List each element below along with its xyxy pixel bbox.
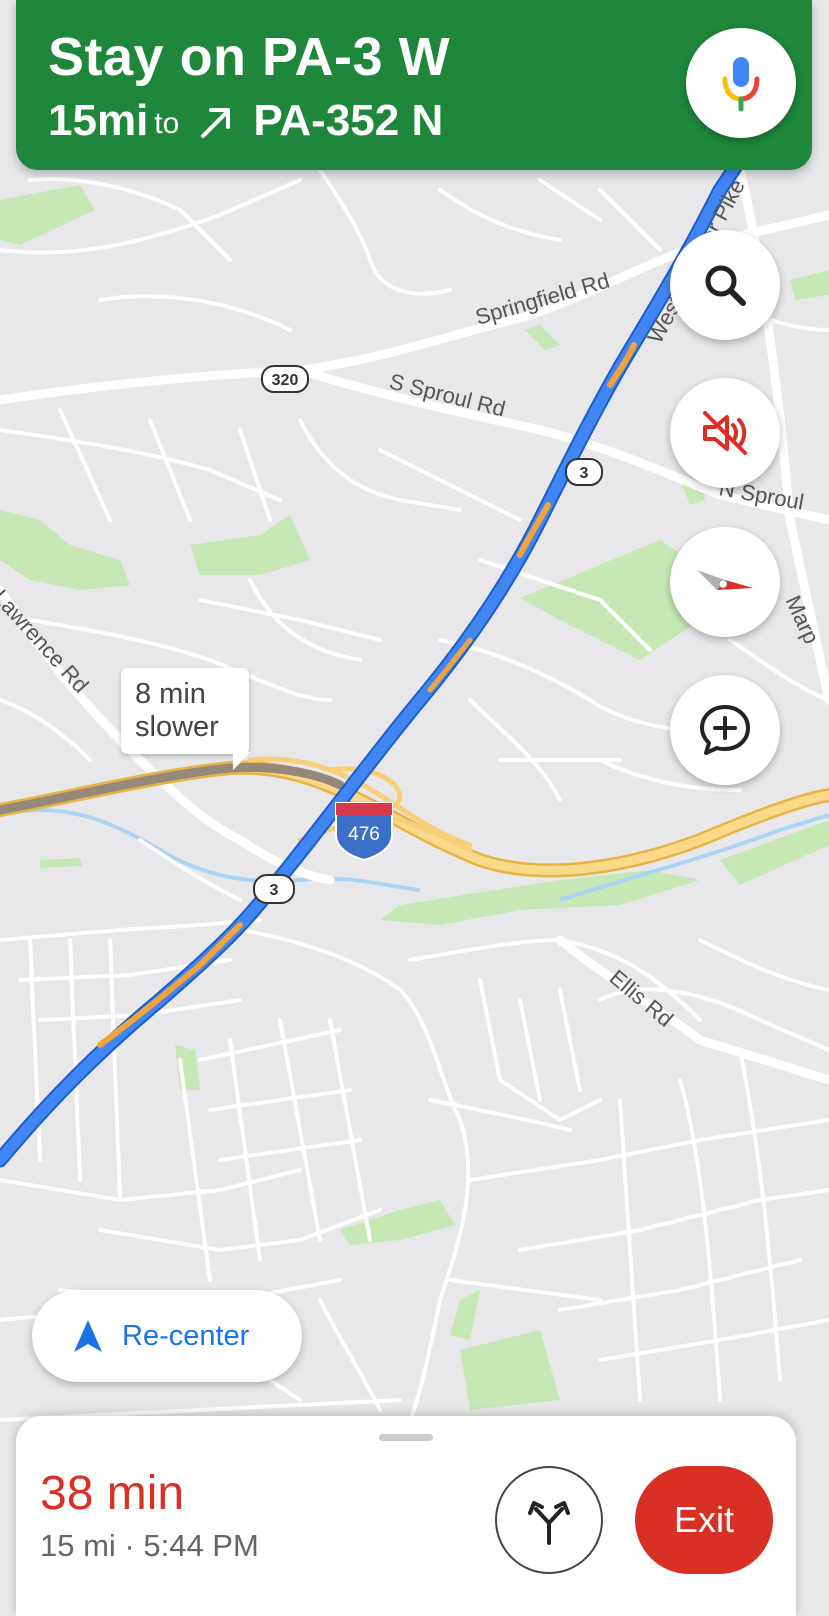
interstate-476-shield: 476 bbox=[335, 802, 393, 862]
recenter-label: Re-center bbox=[122, 1319, 250, 1352]
mute-button[interactable] bbox=[670, 378, 780, 488]
route-3-shield-upper: 3 bbox=[565, 458, 603, 486]
turn-slight-right-icon bbox=[201, 108, 231, 138]
alternate-routes-button[interactable] bbox=[495, 1466, 603, 1574]
route-3-shield-lower: 3 bbox=[253, 874, 295, 904]
delay-label: slower bbox=[135, 711, 219, 743]
next-step-distance: 15mi bbox=[48, 96, 149, 145]
next-step-road: PA-352 N bbox=[253, 96, 444, 145]
exit-navigation-button[interactable]: Exit bbox=[635, 1466, 773, 1574]
sound-off-icon bbox=[703, 411, 747, 455]
voice-search-button[interactable] bbox=[686, 28, 796, 138]
sheet-drag-handle[interactable] bbox=[379, 1434, 433, 1441]
add-report-icon bbox=[700, 705, 750, 755]
next-step: 15mi to PA-352 N bbox=[48, 96, 443, 146]
search-icon bbox=[705, 265, 746, 306]
compass-button[interactable] bbox=[670, 527, 780, 637]
svg-text:320: 320 bbox=[272, 372, 299, 389]
add-report-button[interactable] bbox=[670, 675, 780, 785]
svg-text:3: 3 bbox=[580, 465, 589, 482]
traffic-delay-callout[interactable]: 8 min slower bbox=[121, 668, 251, 770]
navigation-instruction-banner[interactable]: Stay on PA-3 W 15mi to PA-352 N bbox=[16, 0, 812, 170]
svg-text:3: 3 bbox=[270, 882, 279, 899]
eta-details: 15 mi · 5:44 PM bbox=[40, 1528, 259, 1563]
microphone-icon bbox=[722, 57, 760, 112]
current-instruction: Stay on PA-3 W bbox=[48, 27, 451, 87]
search-button[interactable] bbox=[670, 230, 780, 340]
eta-duration: 38 min bbox=[40, 1467, 185, 1520]
delay-amount: 8 min bbox=[135, 678, 206, 710]
trip-summary-sheet[interactable]: 38 min 15 mi · 5:44 PM Exit bbox=[16, 1416, 796, 1616]
next-step-to: to bbox=[154, 107, 180, 140]
recenter-button[interactable]: Re-center bbox=[32, 1290, 302, 1382]
route-320-shield: 320 bbox=[261, 365, 309, 393]
navigation-arrow-icon bbox=[74, 1320, 102, 1352]
alternate-routes-icon bbox=[528, 1501, 570, 1545]
svg-text:476: 476 bbox=[348, 824, 380, 845]
compass-icon bbox=[697, 570, 753, 590]
